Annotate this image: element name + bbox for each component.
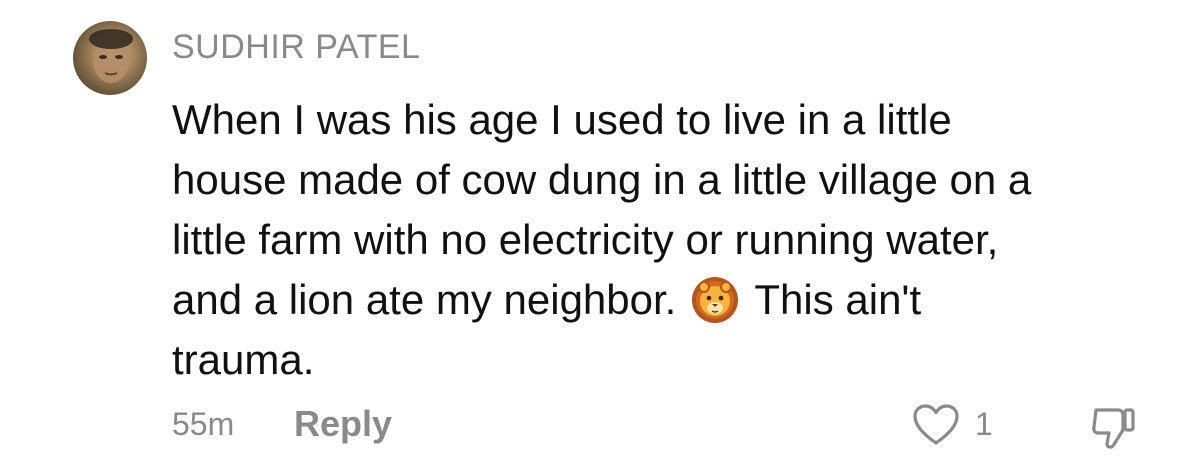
timestamp: 55m [172,406,235,442]
lion-emoji-icon [692,276,739,323]
avatar-image [89,29,133,83]
like-count: 1 [975,406,993,442]
username[interactable]: SUDHIR PATEL [172,28,420,67]
reply-button[interactable]: Reply [294,403,392,445]
comment-text-line: little farm with no electricity or runni… [172,216,999,263]
avatar[interactable] [73,21,147,95]
comment-text-line-with-emoji: and a lion ate my neighbor. This ain't [172,270,1162,330]
comment-body: When I was his age I used to live in a l… [172,90,1162,390]
comment-text-line: house made of cow dung in a little villa… [172,156,1032,203]
heart-outline-icon[interactable] [912,403,960,447]
comment: SUDHIR PATEL When I was his age I used t… [0,0,1188,466]
comment-text-segment: and a lion ate my neighbor. [172,276,677,323]
comment-text-segment: This ain't [754,276,922,323]
comment-text-line: When I was his age I used to live in a l… [172,96,952,143]
comment-text-line: trauma. [172,336,315,383]
thumbs-down-outline-icon[interactable] [1088,402,1138,452]
